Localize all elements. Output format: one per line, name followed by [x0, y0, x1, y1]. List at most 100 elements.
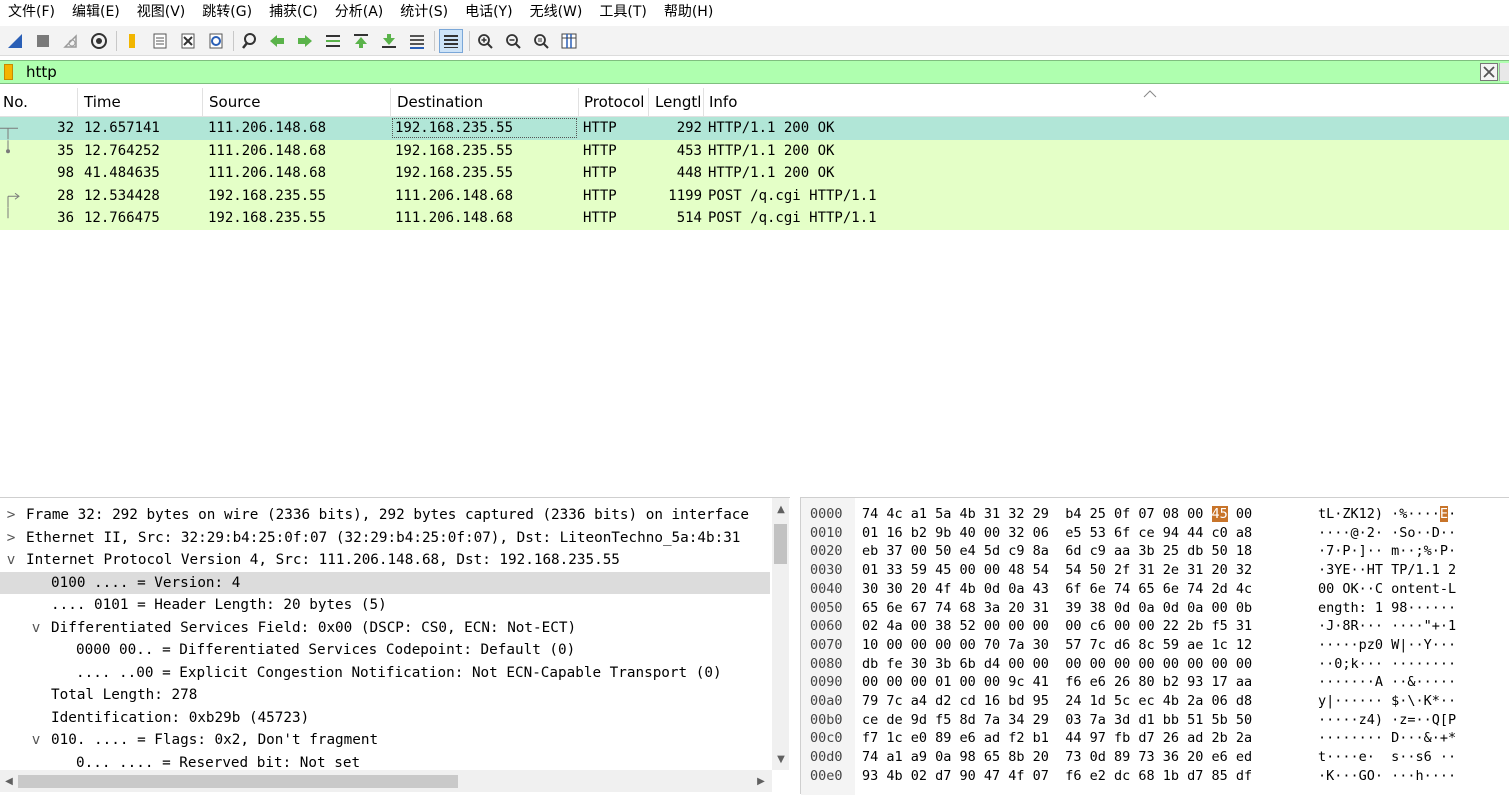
- tree-collapsed-icon[interactable]: >: [5, 504, 17, 527]
- bytes-hex[interactable]: eb 37 00 50 e4 5d c9 8a 6d c9 aa 3b 25 d…: [862, 542, 1252, 561]
- detail-tree-item[interactable]: > Ethernet II, Src: 32:29:b4:25:0f:07 (32…: [0, 527, 770, 550]
- detail-tree-item[interactable]: 0000 00.. = Differentiated Services Code…: [0, 639, 770, 662]
- scroll-down-icon[interactable]: ▼: [774, 752, 788, 766]
- bytes-ascii[interactable]: ·3YE··HT TP/1.1 2: [1318, 561, 1456, 580]
- zoom-in-icon[interactable]: [474, 30, 496, 52]
- go-back-icon[interactable]: [266, 30, 288, 52]
- bytes-ascii[interactable]: ·K···GO· ···h····: [1318, 767, 1456, 786]
- column-header-source[interactable]: Source: [203, 88, 391, 116]
- menu-item-1[interactable]: 编辑(E): [64, 1, 129, 23]
- zoom-out-icon[interactable]: [502, 30, 524, 52]
- autoscroll-icon[interactable]: [406, 30, 428, 52]
- detail-tree-item[interactable]: Total Length: 278: [0, 684, 770, 707]
- bytes-hex[interactable]: 74 4c a1 5a 4b 31 32 29 b4 25 0f 07 08 0…: [862, 505, 1252, 524]
- packet-row[interactable]: 32 12.657141 111.206.148.68 192.168.235.55 H…: [0, 117, 1509, 140]
- bytes-ascii[interactable]: ·7·P·]·· m··;%·P·: [1318, 542, 1456, 561]
- bytes-hex[interactable]: ce de 9d f5 8d 7a 34 29 03 7a 3d d1 bb 5…: [862, 711, 1252, 730]
- find-packet-icon[interactable]: [238, 30, 260, 52]
- restart-capture-icon[interactable]: [60, 30, 82, 52]
- menu-item-3[interactable]: 跳转(G): [194, 1, 261, 23]
- reload-file-icon[interactable]: [205, 30, 227, 52]
- column-header-no[interactable]: No.: [0, 88, 78, 116]
- menu-item-8[interactable]: 无线(W): [522, 1, 592, 23]
- details-vertical-scrollbar[interactable]: ▲ ▼: [772, 498, 789, 770]
- normal-size-icon[interactable]: [530, 30, 552, 52]
- column-header-destination[interactable]: Destination: [391, 88, 579, 116]
- bytes-hex[interactable]: 30 30 20 4f 4b 0d 0a 43 6f 6e 74 65 6e 7…: [862, 580, 1252, 599]
- bytes-ascii[interactable]: ·····pz0 W|··Y···: [1318, 636, 1456, 655]
- scroll-up-icon[interactable]: ▲: [774, 502, 788, 516]
- bytes-ascii[interactable]: ·······A ··&·····: [1318, 673, 1456, 692]
- tree-collapsed-icon[interactable]: >: [5, 527, 17, 550]
- tree-expanded-icon[interactable]: v: [30, 617, 42, 640]
- detail-tree-item[interactable]: .... 0101 = Header Length: 20 bytes (5): [0, 594, 770, 617]
- detail-tree-item[interactable]: v Internet Protocol Version 4, Src: 111.2…: [0, 549, 770, 572]
- scroll-left-icon[interactable]: ◀: [2, 774, 16, 788]
- bytes-hex[interactable]: 02 4a 00 38 52 00 00 00 00 c6 00 00 22 2…: [862, 617, 1252, 636]
- bytes-hex[interactable]: f7 1c e0 89 e6 ad f2 b1 44 97 fb d7 26 a…: [862, 729, 1252, 748]
- bytes-ascii[interactable]: ········ D···&·+*: [1318, 729, 1456, 748]
- details-horizontal-scrollbar[interactable]: ◀ ▶: [0, 770, 772, 792]
- tree-expanded-icon[interactable]: v: [5, 549, 17, 572]
- detail-tree-item[interactable]: Identification: 0xb29b (45723): [0, 707, 770, 730]
- detail-tree-item[interactable]: .... ..00 = Explicit Congestion Notifica…: [0, 662, 770, 685]
- column-header-length[interactable]: Lengtl: [649, 88, 704, 116]
- file-set-icon[interactable]: [149, 30, 171, 52]
- menu-item-0[interactable]: 文件(F): [0, 1, 64, 23]
- bytes-hex[interactable]: 79 7c a4 d2 cd 16 bd 95 24 1d 5c ec 4b 2…: [862, 692, 1252, 711]
- capture-options-icon[interactable]: [88, 30, 110, 52]
- bytes-hex[interactable]: 74 a1 a9 0a 98 65 8b 20 73 0d 89 73 36 2…: [862, 748, 1252, 767]
- menu-item-9[interactable]: 工具(T): [591, 1, 655, 23]
- bytes-ascii[interactable]: 00 OK··C ontent-L: [1318, 580, 1456, 599]
- menu-item-10[interactable]: 帮助(H): [656, 1, 722, 23]
- packet-row[interactable]: 35 12.764252 111.206.148.68 192.168.235.55 H…: [0, 139, 1509, 162]
- scroll-right-icon[interactable]: ▶: [754, 774, 768, 788]
- open-file-icon[interactable]: [121, 30, 143, 52]
- filter-bookmark-icon[interactable]: [4, 64, 13, 80]
- bytes-ascii[interactable]: tL·ZK12) ·%····E·: [1318, 505, 1456, 524]
- filter-apply-button[interactable]: [1499, 63, 1509, 81]
- colorize-icon[interactable]: [439, 28, 463, 53]
- display-filter-input[interactable]: [22, 62, 1480, 82]
- packet-row[interactable]: 36 12.766475 192.168.235.55 111.206.148.68 H…: [0, 207, 1509, 230]
- bytes-hex[interactable]: 01 16 b2 9b 40 00 32 06 e5 53 6f ce 94 4…: [862, 524, 1252, 543]
- bytes-ascii[interactable]: ·J·8R··· ····"+·1: [1318, 617, 1456, 636]
- bytes-hex[interactable]: 10 00 00 00 00 70 7a 30 57 7c d6 8c 59 a…: [862, 636, 1252, 655]
- first-packet-icon[interactable]: [350, 30, 372, 52]
- column-header-info[interactable]: Info: [704, 88, 1509, 116]
- bytes-ascii[interactable]: ·····z4) ·z=··Q[P: [1318, 711, 1456, 730]
- column-header-protocol[interactable]: Protocol: [579, 88, 649, 116]
- menu-item-6[interactable]: 统计(S): [392, 1, 457, 23]
- bytes-hex[interactable]: db fe 30 3b 6b d4 00 00 00 00 00 00 00 0…: [862, 655, 1252, 674]
- column-header-time[interactable]: Time: [78, 88, 203, 116]
- filter-clear-icon[interactable]: [1480, 63, 1498, 81]
- packet-row[interactable]: 98 41.484635 111.206.148.68 192.168.235.55 H…: [0, 162, 1509, 185]
- menu-item-7[interactable]: 电话(Y): [457, 1, 521, 23]
- bytes-ascii[interactable]: y|······ $·\·K*··: [1318, 692, 1456, 711]
- bytes-hex[interactable]: 01 33 59 45 00 00 48 54 54 50 2f 31 2e 3…: [862, 561, 1252, 580]
- bytes-ascii[interactable]: ··0;k··· ········: [1318, 655, 1456, 674]
- detail-tree-item[interactable]: v Differentiated Services Field: 0x00 (DS…: [0, 617, 770, 640]
- packet-row[interactable]: 28 12.534428 192.168.235.55 111.206.148.68 H…: [0, 184, 1509, 207]
- bytes-ascii[interactable]: ength: 1 98······: [1318, 599, 1456, 618]
- resize-columns-icon[interactable]: [558, 30, 580, 52]
- shark-fin-start-icon[interactable]: [4, 30, 26, 52]
- last-packet-icon[interactable]: [378, 30, 400, 52]
- stop-capture-icon[interactable]: [32, 30, 54, 52]
- close-file-icon[interactable]: [177, 30, 199, 52]
- detail-tree-item[interactable]: > Frame 32: 292 bytes on wire (2336 bits)…: [0, 504, 770, 527]
- bytes-hex[interactable]: 93 4b 02 d7 90 47 4f 07 f6 e2 dc 68 1b d…: [862, 767, 1252, 786]
- menu-item-4[interactable]: 捕获(C): [261, 1, 327, 23]
- bytes-ascii[interactable]: t····e· s··s6 ··: [1318, 748, 1456, 767]
- details-horizontal-scroll-thumb[interactable]: [18, 775, 458, 788]
- menu-item-2[interactable]: 视图(V): [129, 1, 195, 23]
- bytes-hex[interactable]: 65 6e 67 74 68 3a 20 31 39 38 0d 0a 0d 0…: [862, 599, 1252, 618]
- bytes-ascii[interactable]: ····@·2· ·So··D··: [1318, 524, 1456, 543]
- detail-tree-item[interactable]: v 010. .... = Flags: 0x2, Don't fragment: [0, 729, 770, 752]
- details-vertical-scroll-thumb[interactable]: [774, 524, 787, 564]
- bytes-hex[interactable]: 00 00 00 01 00 00 9c 41 f6 e6 26 80 b2 9…: [862, 673, 1252, 692]
- go-forward-icon[interactable]: [294, 30, 316, 52]
- detail-tree-item[interactable]: 0100 .... = Version: 4: [0, 571, 770, 594]
- tree-expanded-icon[interactable]: v: [30, 729, 42, 752]
- go-to-packet-icon[interactable]: [322, 30, 344, 52]
